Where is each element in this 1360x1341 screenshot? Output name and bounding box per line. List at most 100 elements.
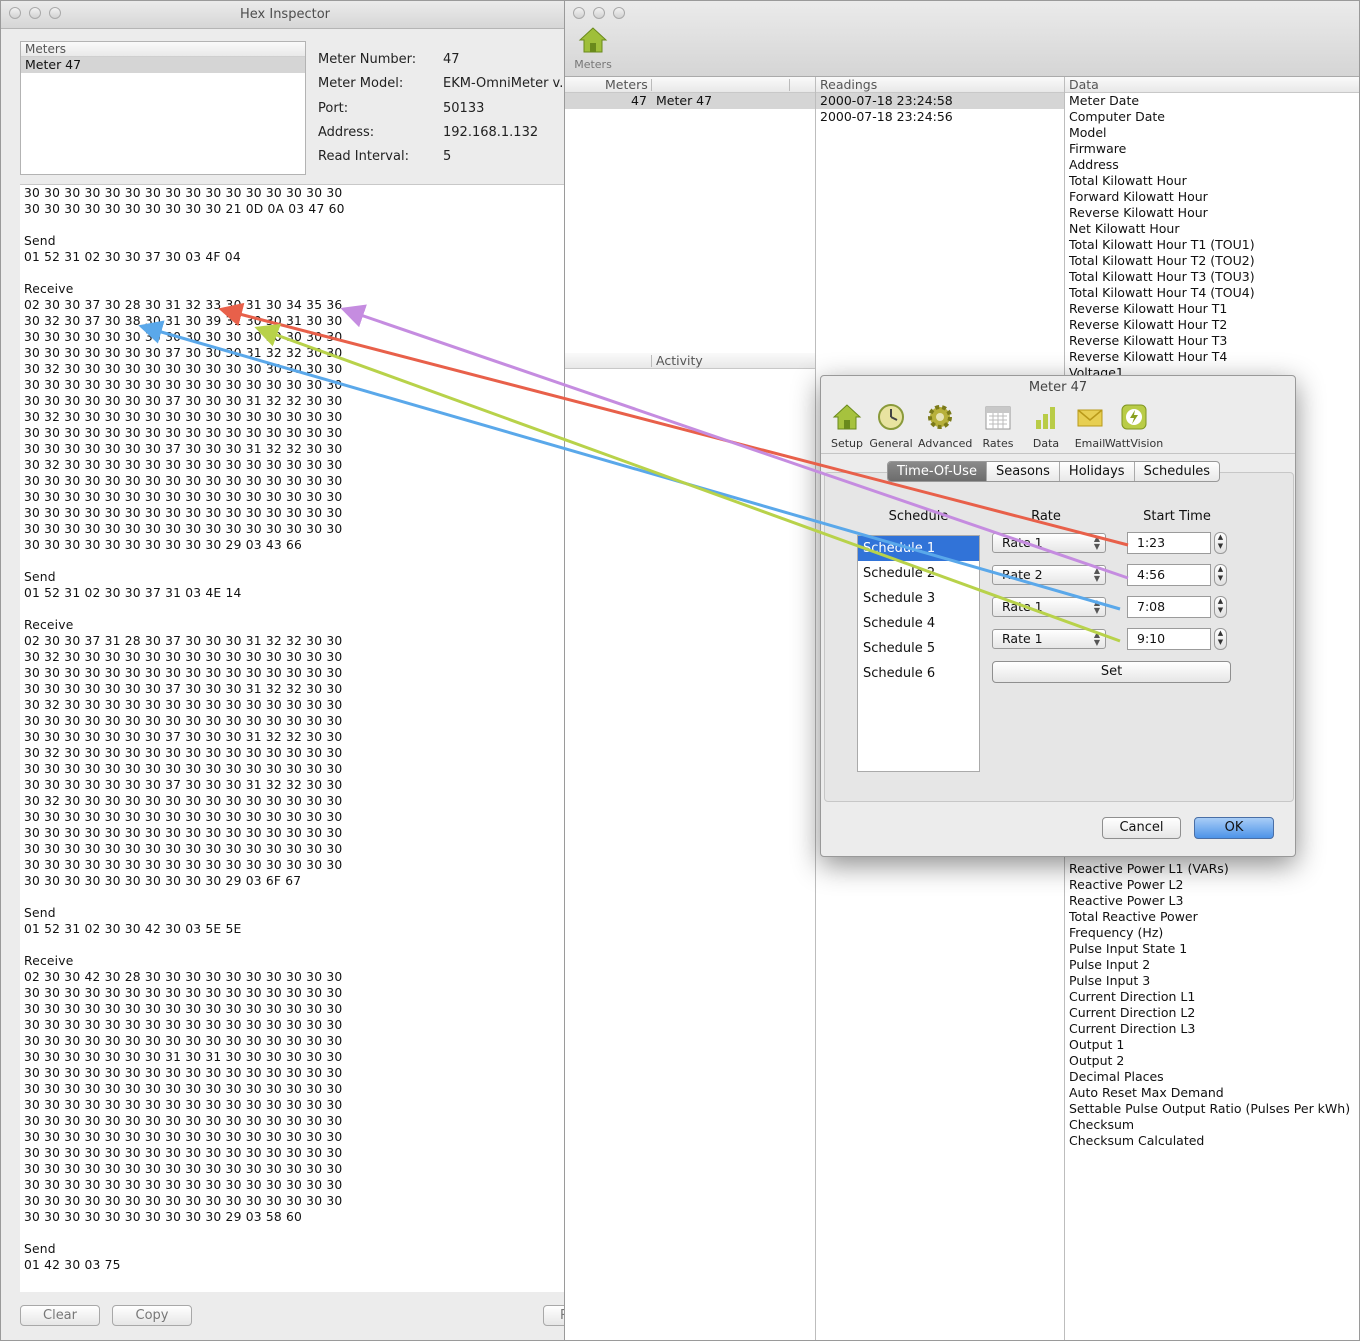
data-field-item[interactable]: Computer Date (1065, 109, 1359, 125)
minimize-window-button[interactable] (29, 7, 41, 19)
schedule-list-item[interactable]: Schedule 5 (858, 636, 979, 661)
start-time-field[interactable]: 7:08 (1127, 596, 1211, 618)
toolbar-rates-button[interactable]: Rates (976, 402, 1020, 450)
schedule-list-item[interactable]: Schedule 6 (858, 661, 979, 686)
data-field-item[interactable]: Current Direction L3 (1065, 1021, 1350, 1037)
tab-holidays[interactable]: Holidays (1060, 462, 1135, 481)
data-field-item[interactable]: Pulse Input 2 (1065, 957, 1350, 973)
clock-icon (878, 404, 904, 430)
time-of-use-pane: Schedule Rate Start Time Schedule 1 Sched… (824, 472, 1294, 802)
toolbar-advanced-button[interactable]: Advanced (918, 402, 972, 450)
readings-items[interactable]: 2000-07-18 23:24:58 2000-07-18 23:24:56 (816, 93, 1065, 125)
log-line: 30 30 30 30 30 30 30 30 30 30 30 30 30 3… (24, 1146, 343, 1160)
copy-button[interactable]: Copy (112, 1305, 192, 1326)
schedule-column-header: Schedule (888, 509, 949, 524)
time-stepper[interactable]: ▲ ▼ (1214, 564, 1227, 586)
data-field-item[interactable]: Frequency (Hz) (1065, 925, 1350, 941)
updown-arrows-icon: ▲ ▼ (1093, 630, 1100, 647)
data-field-item[interactable]: Reactive Power L1 (VARs) (1065, 861, 1350, 877)
toolbar-setup-button[interactable]: Setup (825, 402, 869, 450)
data-field-item[interactable]: Reactive Power L3 (1065, 893, 1350, 909)
data-field-item[interactable]: Auto Reset Max Demand (1065, 1085, 1350, 1101)
time-stepper[interactable]: ▲ ▼ (1214, 596, 1227, 618)
log-line: Receive (24, 954, 74, 968)
meter-list-item[interactable]: Meter 47 (21, 57, 305, 73)
data-field-item[interactable]: Decimal Places (1065, 1069, 1350, 1085)
schedule-list-item[interactable]: Schedule 2 (858, 561, 979, 586)
data-field-item[interactable]: Model (1065, 125, 1359, 141)
meters-toolbar-button[interactable]: Meters (573, 25, 613, 71)
rate-popup[interactable]: Rate 1 ▲ ▼ (992, 533, 1106, 553)
time-stepper[interactable]: ▲ ▼ (1214, 628, 1227, 650)
toolbar-general-button[interactable]: General (869, 402, 913, 450)
toolbar-wattvision-button[interactable]: WattVision (1104, 402, 1164, 450)
start-time-field[interactable]: 4:56 (1127, 564, 1211, 586)
data-field-item[interactable]: Meter Date (1065, 93, 1359, 109)
data-field-item[interactable]: Output 1 (1065, 1037, 1350, 1053)
log-line: 30 30 30 30 30 30 30 30 30 30 30 30 30 3… (24, 378, 343, 392)
table-row[interactable]: 47 Meter 47 (565, 93, 815, 109)
log-line: 30 30 30 30 30 30 30 30 30 30 21 0D 0A 0… (24, 202, 345, 216)
clear-button[interactable]: Clear (20, 1305, 100, 1326)
close-window-button[interactable] (9, 7, 21, 19)
data-field-item[interactable]: Total Kilowatt Hour T2 (TOU2) (1065, 253, 1359, 269)
data-field-item[interactable]: Total Kilowatt Hour (1065, 173, 1359, 189)
log-line: 30 32 30 30 30 30 30 30 30 30 30 30 30 3… (24, 650, 343, 664)
meters-table[interactable]: Meters 47 Meter 47 (565, 77, 815, 353)
data-field-item[interactable]: Pulse Input State 1 (1065, 941, 1350, 957)
data-field-item[interactable]: Output 2 (1065, 1053, 1350, 1069)
reading-item[interactable]: 2000-07-18 23:24:58 (816, 93, 1065, 109)
meters-list[interactable]: Meters Meter 47 (20, 41, 306, 175)
data-field-item[interactable]: Firmware (1065, 141, 1359, 157)
zoom-window-button[interactable] (613, 7, 625, 19)
schedule-list-item[interactable]: Schedule 3 (858, 586, 979, 611)
set-button[interactable]: Set (992, 661, 1231, 683)
data-field-item[interactable]: Settable Pulse Output Ratio (Pulses Per … (1065, 1101, 1350, 1117)
data-field-item[interactable]: Reverse Kilowatt Hour (1065, 205, 1359, 221)
rate-popup[interactable]: Rate 2 ▲ ▼ (992, 565, 1106, 585)
data-items-top[interactable]: Meter Date Computer Date Model Firmware Addr… (1065, 93, 1359, 381)
zoom-window-button[interactable] (49, 7, 61, 19)
log-line: 30 32 30 30 30 30 30 30 30 30 30 30 30 3… (24, 362, 343, 376)
tab-seasons[interactable]: Seasons (987, 462, 1060, 481)
close-window-button[interactable] (573, 7, 585, 19)
time-stepper[interactable]: ▲ ▼ (1214, 532, 1227, 554)
data-field-item[interactable]: Reverse Kilowatt Hour T4 (1065, 349, 1359, 365)
schedule-list[interactable]: Schedule 1 Schedule 2 Schedule 3 Schedule 4… (857, 535, 980, 772)
data-field-item[interactable]: Address (1065, 157, 1359, 173)
data-field-item[interactable]: Forward Kilowatt Hour (1065, 189, 1359, 205)
rate-popup[interactable]: Rate 1 ▲ ▼ (992, 597, 1106, 617)
log-line: 30 30 30 30 30 30 30 30 30 30 30 30 30 3… (24, 522, 343, 536)
data-field-item[interactable]: Checksum (1065, 1117, 1350, 1133)
data-field-item[interactable]: Checksum Calculated (1065, 1133, 1350, 1149)
house-icon (578, 27, 608, 53)
log-line: 30 30 30 30 30 30 30 37 30 30 30 31 32 3… (24, 346, 343, 360)
start-time-field[interactable]: 1:23 (1127, 532, 1211, 554)
rate-popup[interactable]: Rate 1 ▲ ▼ (992, 629, 1106, 649)
data-field-item[interactable]: Current Direction L1 (1065, 989, 1350, 1005)
minimize-window-button[interactable] (593, 7, 605, 19)
tab-schedules[interactable]: Schedules (1135, 462, 1220, 481)
start-time-field[interactable]: 9:10 (1127, 628, 1211, 650)
cancel-button[interactable]: Cancel (1102, 817, 1181, 839)
data-field-item[interactable]: Reverse Kilowatt Hour T1 (1065, 301, 1359, 317)
data-field-item[interactable]: Current Direction L2 (1065, 1005, 1350, 1021)
data-field-item[interactable]: Pulse Input 3 (1065, 973, 1350, 989)
schedule-list-item[interactable]: Schedule 4 (858, 611, 979, 636)
ok-button[interactable]: OK (1194, 817, 1274, 839)
data-items-bottom[interactable]: Reactive Power L1 (VARs) Reactive Power L… (1065, 861, 1350, 1149)
data-field-item[interactable]: Total Kilowatt Hour T1 (TOU1) (1065, 237, 1359, 253)
info-value: 50133 (443, 100, 485, 116)
reading-item[interactable]: 2000-07-18 23:24:56 (816, 109, 1065, 125)
tab-time-of-use[interactable]: Time-Of-Use (888, 462, 987, 481)
schedule-list-item[interactable]: Schedule 1 (858, 536, 979, 561)
toolbar-data-button[interactable]: Data (1024, 402, 1068, 450)
data-field-item[interactable]: Total Reactive Power (1065, 909, 1350, 925)
data-field-item[interactable]: Reverse Kilowatt Hour T3 (1065, 333, 1359, 349)
data-field-item[interactable]: Total Kilowatt Hour T4 (TOU4) (1065, 285, 1359, 301)
data-field-item[interactable]: Reverse Kilowatt Hour T2 (1065, 317, 1359, 333)
data-field-item[interactable]: Net Kilowatt Hour (1065, 221, 1359, 237)
data-field-item[interactable]: Reactive Power L2 (1065, 877, 1350, 893)
data-field-item[interactable]: Total Kilowatt Hour T3 (TOU3) (1065, 269, 1359, 285)
